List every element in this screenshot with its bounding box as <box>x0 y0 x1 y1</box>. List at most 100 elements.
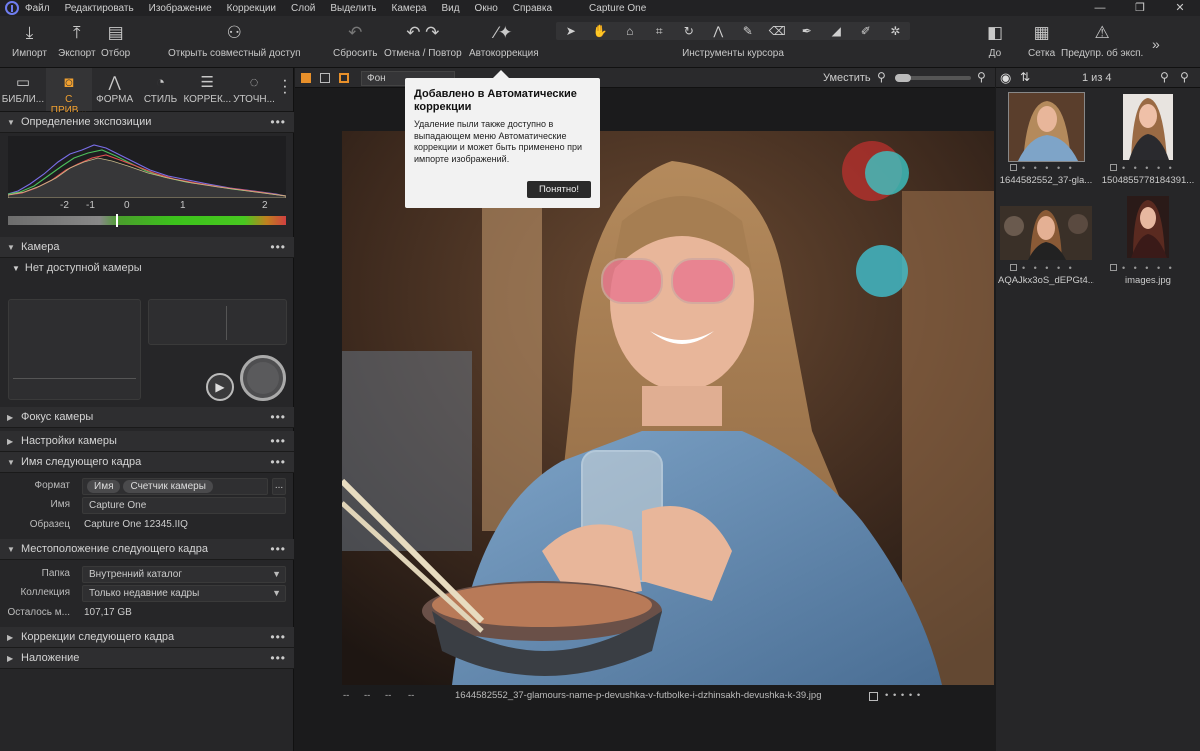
rotate-tool-icon[interactable]: ↻ <box>674 22 704 40</box>
counter-token[interactable]: Счетчик камеры <box>123 480 213 493</box>
menu-select[interactable]: Выделить <box>330 3 376 14</box>
maximize-button[interactable]: ❐ <box>1120 0 1160 16</box>
thumbnail-3-rating[interactable]: • • • • • <box>1010 263 1075 273</box>
menu-file[interactable]: Файл <box>25 3 50 14</box>
keystone-tool-icon[interactable]: ⋀ <box>704 22 734 40</box>
thumbnail-4[interactable] <box>1127 196 1169 258</box>
name-token[interactable]: Имя <box>87 480 121 493</box>
more-icon[interactable]: ••• <box>270 240 286 254</box>
focus-view-icon[interactable] <box>339 73 349 83</box>
more-icon[interactable]: ••• <box>270 651 286 665</box>
eye-icon[interactable]: ◉ <box>1000 70 1011 86</box>
scale-label: -2 <box>60 200 69 211</box>
folder-row: Папка Внутренний каталог ▼ <box>0 566 294 584</box>
camera-settings-section-header[interactable]: ▶ Настройки камеры ••• <box>0 431 294 452</box>
sample-label: Образец <box>29 519 70 530</box>
multi-view-icon[interactable] <box>301 73 311 83</box>
more-icon[interactable]: ••• <box>270 410 286 424</box>
autocorrect-button[interactable]: ⁄✦ Автокоррекция <box>469 18 539 59</box>
video-capture-icon[interactable]: ▶ <box>206 373 234 401</box>
main-photo[interactable] <box>342 131 994 685</box>
settings-tool-icon[interactable]: ✲ <box>881 22 911 40</box>
focus-section-header[interactable]: ▶ Фокус камеры ••• <box>0 407 294 428</box>
thumbnail-2-rating[interactable]: • • • • • <box>1110 163 1175 173</box>
menu-camera[interactable]: Камера <box>392 3 427 14</box>
tab-refine[interactable]: ◌ УТОЧН... <box>231 68 277 111</box>
next-location-section-header[interactable]: ▼ Местоположение следующего кадра ••• <box>0 539 294 560</box>
crop-tool-icon[interactable]: ⌗ <box>645 22 675 40</box>
hand-tool-icon[interactable]: ✋ <box>586 22 616 40</box>
photo-image <box>342 131 994 685</box>
single-view-icon[interactable] <box>320 73 330 83</box>
pointer-tool-icon[interactable]: ➤ <box>556 22 586 40</box>
tab-capture[interactable]: ◙ С ПРИВ... <box>45 68 92 116</box>
thumbnail-1-rating[interactable]: • • • • • <box>1010 163 1075 173</box>
next-name-section-header[interactable]: ▼ Имя следующего кадра ••• <box>0 452 294 473</box>
tabs-more-icon[interactable]: · · · <box>277 68 293 111</box>
zoom-slider[interactable] <box>895 74 971 82</box>
gradient-tool-icon[interactable]: ◢ <box>822 22 852 40</box>
export-button[interactable]: ⤒ Экспорт <box>58 18 96 59</box>
share-button[interactable]: ⚇ Открыть совместный доступ <box>168 18 301 59</box>
tab-label: СТИЛЬ <box>143 94 178 105</box>
more-icon[interactable]: ••• <box>270 455 286 469</box>
tab-lens[interactable]: ⋀ ФОРМА <box>92 68 138 111</box>
menu-layer[interactable]: Слой <box>291 3 315 14</box>
name-input[interactable]: Capture One <box>82 497 286 514</box>
no-camera-row[interactable]: ▼ Нет доступной камеры <box>12 262 142 274</box>
more-icon[interactable]: ••• <box>270 115 286 129</box>
more-icon[interactable]: ••• <box>270 630 286 644</box>
zoom-fit-label[interactable]: Уместить <box>823 72 871 84</box>
more-icon[interactable]: ••• <box>270 434 286 448</box>
next-adjustments-section-header[interactable]: ▶ Коррекции следующего кадра ••• <box>0 627 294 648</box>
more-icon[interactable]: ••• <box>270 542 286 556</box>
browser-search-icon[interactable]: ⚲ <box>1180 70 1189 84</box>
thumbnail-3[interactable] <box>1000 206 1092 260</box>
thumbnail-2[interactable] <box>1123 94 1173 160</box>
rating-stars[interactable]: • • • • • <box>885 690 921 701</box>
undo-redo-button[interactable]: ↶ ↷ Отмена / Повтор <box>384 18 462 59</box>
minimize-button[interactable]: — <box>1080 0 1120 16</box>
before-button[interactable]: ◧ До <box>987 18 1003 59</box>
menu-edit[interactable]: Редактировать <box>65 3 134 14</box>
overlay-section-header[interactable]: ▶ Наложение ••• <box>0 648 294 669</box>
brush-tool-icon[interactable]: ✎ <box>733 22 763 40</box>
tab-style[interactable]: ◔ СТИЛЬ <box>138 68 184 111</box>
tab-library[interactable]: ▭ БИБЛИ... <box>0 68 46 111</box>
annotate-tool-icon[interactable]: ✐ <box>851 22 881 40</box>
sort-icon[interactable]: ⇅ <box>1020 70 1030 84</box>
menu-help[interactable]: Справка <box>513 3 552 14</box>
reset-button[interactable]: ↶ Сбросить <box>333 18 377 59</box>
menu-image[interactable]: Изображение <box>149 3 212 14</box>
format-field[interactable]: Имя Счетчик камеры <box>82 478 268 495</box>
zoom-in-icon[interactable]: ⚲ <box>977 70 986 84</box>
select-button[interactable]: ▤ Отбор <box>101 18 130 59</box>
menu-view[interactable]: Вид <box>441 3 459 14</box>
thumbnail-4-rating[interactable]: • • • • • <box>1110 263 1175 273</box>
menu-adjustments[interactable]: Коррекции <box>227 3 276 14</box>
got-it-button[interactable]: Понятно! <box>526 181 591 198</box>
thumbnail-image <box>1000 206 1092 260</box>
tab-adjust[interactable]: ☰ КОРРЕК... <box>183 68 231 111</box>
format-more-button[interactable]: ... <box>272 478 286 495</box>
thumbnail-4-label: images.jpg <box>1125 275 1171 286</box>
folder-select[interactable]: Внутренний каталог ▼ <box>82 566 286 583</box>
capture-shutter-button[interactable] <box>240 355 286 401</box>
close-button[interactable]: ✕ <box>1160 0 1200 16</box>
browser-filter-icon[interactable]: ⚲ <box>1160 70 1169 84</box>
loupe-tool-icon[interactable]: ⌂ <box>615 22 645 40</box>
thumbnail-image <box>1127 196 1169 258</box>
menu-window[interactable]: Окно <box>475 3 498 14</box>
collection-select[interactable]: Только недавние кадры ▼ <box>82 585 286 602</box>
zoom-out-icon[interactable]: ⚲ <box>877 70 886 84</box>
exposure-warning-button[interactable]: ⚠ Предупр. об эксп. <box>1061 18 1143 59</box>
eraser-tool-icon[interactable]: ⌫ <box>763 22 793 40</box>
camera-section-header[interactable]: ▼ Камера ••• <box>0 237 294 258</box>
more-tools-icon[interactable]: » <box>1152 36 1160 52</box>
select-checkbox[interactable] <box>869 692 878 701</box>
thumbnail-1[interactable] <box>1008 92 1085 162</box>
picker-tool-icon[interactable]: ✒ <box>792 22 822 40</box>
exposure-section-header[interactable]: ▼ Определение экспозиции ••• <box>0 112 294 133</box>
grid-button[interactable]: ▦ Сетка <box>1028 18 1055 59</box>
import-button[interactable]: ⤓ Импорт <box>12 18 47 59</box>
